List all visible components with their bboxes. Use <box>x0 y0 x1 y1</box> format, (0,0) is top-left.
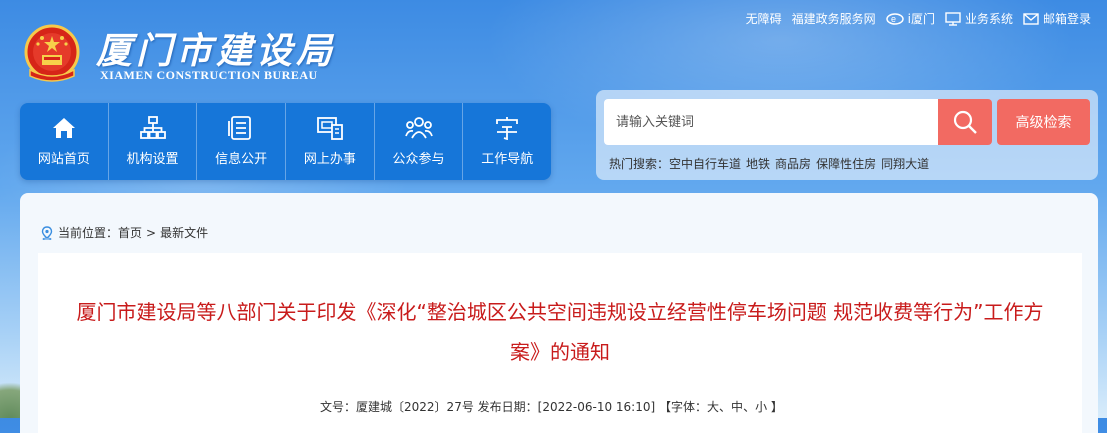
mail-icon <box>1023 12 1039 25</box>
guide-icon <box>496 117 519 140</box>
hot-keyword[interactable]: 同翔大道 <box>881 155 929 172</box>
org-icon <box>139 116 166 139</box>
nav-item-label: 信息公开 <box>215 152 268 167</box>
mail-login-label: 邮箱登录 <box>1042 12 1091 26</box>
font-size-medium-button[interactable]: 中 <box>731 400 743 414</box>
font-size-open: 【字体： <box>659 400 708 414</box>
nav-item-label: 公众参与 <box>392 152 445 167</box>
accessibility-link[interactable]: 无障碍 <box>746 10 782 27</box>
article-title: 厦门市建设局等八部门关于印发《深化“整治城区公共空间违规设立经营性停车场问题 规… <box>76 300 1044 364</box>
nav-item-label: 网上办事 <box>303 152 356 167</box>
hot-search: 热门搜索： 空中自行车道 地铁 商品房 保障性住房 同翔大道 <box>609 155 929 172</box>
nav-item-online-service[interactable]: 网上办事 <box>286 103 375 180</box>
font-size-small-button[interactable]: 小 <box>755 400 767 414</box>
search-input[interactable] <box>604 99 938 145</box>
hot-keyword[interactable]: 空中自行车道 <box>669 155 741 172</box>
breadcrumb-current[interactable]: 最新文件 <box>160 224 208 241</box>
hot-keyword[interactable]: 商品房 <box>775 155 811 172</box>
font-size-large-button[interactable]: 大 <box>707 400 719 414</box>
breadcrumb-separator: > <box>146 225 157 240</box>
nav-item-public-participation[interactable]: 公众参与 <box>375 103 464 180</box>
search-icon <box>953 110 977 134</box>
site-logo-title[interactable]: 厦门市建设局 <box>96 22 336 74</box>
nav-item-home[interactable]: 网站首页 <box>20 103 109 180</box>
search-button[interactable] <box>938 99 992 145</box>
main-nav: 网站首页 机构设置 信息公开 网上办事 公众参与 工作导航 <box>20 103 551 180</box>
home-icon <box>52 118 75 138</box>
font-size-separator: 、 <box>743 400 756 414</box>
ixiamen-icon: e <box>885 12 904 25</box>
site-logo-subtitle: XIAMEN CONSTRUCTION BUREAU <box>100 68 318 82</box>
nav-item-work-guide[interactable]: 工作导航 <box>463 103 551 180</box>
advanced-search-button[interactable]: 高级检索 <box>997 99 1090 145</box>
monitor-icon <box>945 11 961 26</box>
doc-no: 厦建城〔2022〕27号 <box>356 400 474 414</box>
location-pin-icon <box>41 225 53 240</box>
online-service-icon <box>316 117 343 140</box>
font-size-close: 】 <box>770 400 783 414</box>
hot-keyword[interactable]: 保障性住房 <box>816 155 876 172</box>
info-icon <box>228 116 252 140</box>
font-size-separator: 、 <box>719 400 732 414</box>
svg-text:e: e <box>891 14 896 24</box>
nav-item-label: 机构设置 <box>126 152 179 167</box>
mail-login-link[interactable]: 邮箱登录 <box>1023 10 1091 27</box>
fujian-service-link[interactable]: 福建政务服务网 <box>792 10 876 27</box>
publish-date-label: 发布日期： <box>477 400 538 414</box>
business-system-label: 业务系统 <box>964 12 1013 26</box>
ixiamen-link[interactable]: e i厦门 <box>885 10 935 27</box>
nav-item-label: 工作导航 <box>481 152 534 167</box>
nav-item-info-disclosure[interactable]: 信息公开 <box>197 103 287 180</box>
top-links: 无障碍 福建政务服务网 e i厦门 业务系统 邮箱登录 <box>746 10 1091 27</box>
nav-item-organization[interactable]: 机构设置 <box>109 103 198 180</box>
ixiamen-label: i厦门 <box>907 12 935 26</box>
business-system-link[interactable]: 业务系统 <box>945 10 1013 27</box>
nav-item-label: 网站首页 <box>37 152 90 167</box>
breadcrumb-label: 当前位置： <box>58 226 119 240</box>
publish-date: [2022-06-10 16:10] <box>537 400 656 414</box>
people-icon <box>404 117 433 139</box>
hot-search-label: 热门搜索： <box>609 157 670 171</box>
breadcrumb-home[interactable]: 首页 <box>118 224 142 241</box>
article-meta: 文号：厦建城〔2022〕27号 发布日期：[2022-06-10 16:10] … <box>320 398 783 415</box>
national-emblem-icon[interactable] <box>20 22 84 86</box>
breadcrumb: 当前位置： 首页 > 最新文件 <box>40 224 208 241</box>
doc-no-label: 文号： <box>320 400 357 414</box>
hot-keyword[interactable]: 地铁 <box>746 155 770 172</box>
